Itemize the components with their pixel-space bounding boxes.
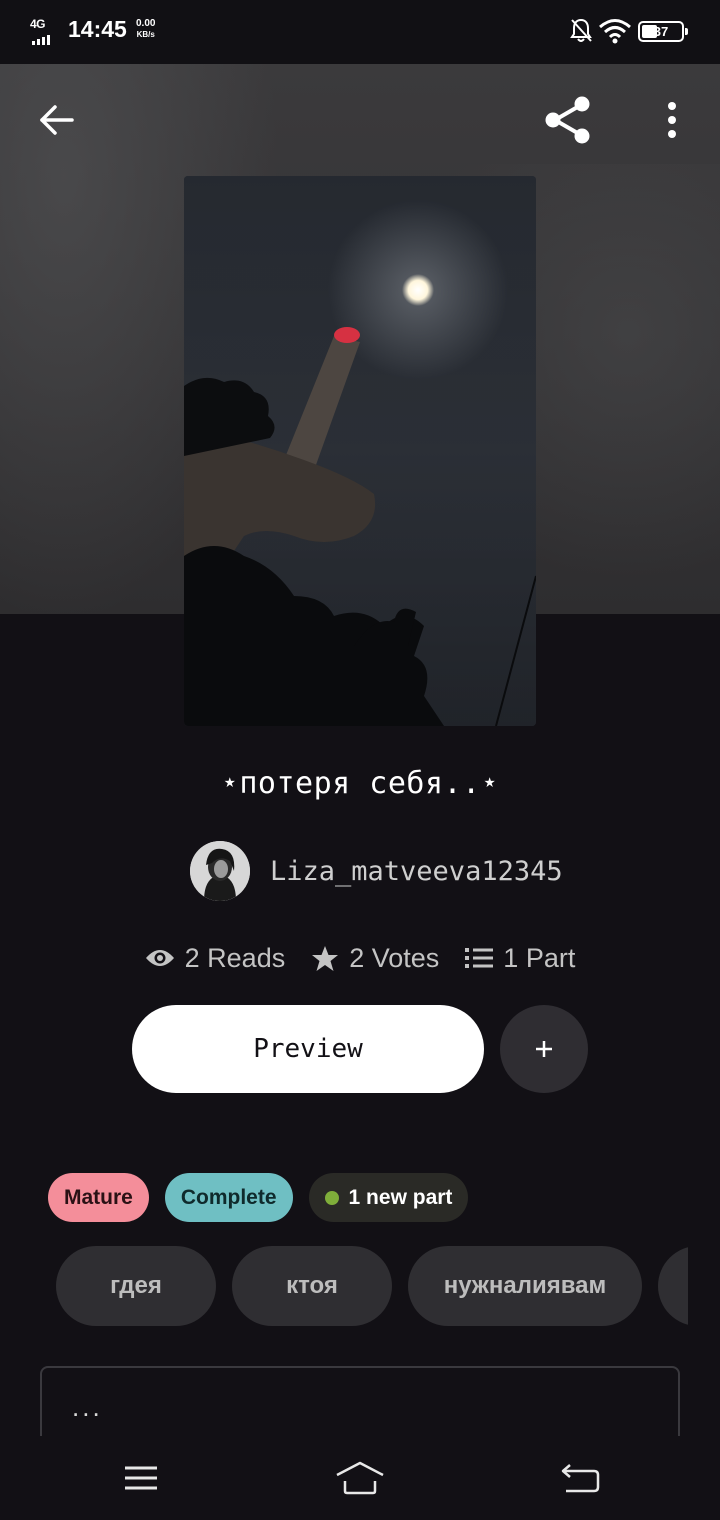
new-indicator-dot	[324, 1190, 339, 1205]
preview-button[interactable]: Preview	[132, 1005, 484, 1093]
notifications-off-icon	[570, 18, 592, 42]
return-icon	[561, 1464, 600, 1493]
votes-stat: 2 Votes	[311, 943, 439, 974]
more-options-button[interactable]	[656, 98, 688, 142]
cellular-signal-icon: 4G	[30, 17, 54, 45]
wifi-icon	[599, 19, 631, 44]
reads-count: 2 Reads	[184, 942, 286, 973]
home-button[interactable]	[335, 1456, 385, 1500]
votes-count: 2 Votes	[349, 942, 440, 973]
list-icon	[465, 948, 494, 968]
share-button[interactable]	[542, 94, 594, 146]
parts-count: 1 Part	[503, 942, 576, 973]
clock: 14:45	[68, 16, 127, 42]
story-stats: 2 Reads 2 Votes 1 Part	[0, 936, 720, 980]
reads-stat: 2 Reads	[145, 942, 286, 974]
battery-level: 37	[653, 24, 669, 39]
back-nav-button[interactable]	[555, 1456, 605, 1500]
status-bar: 4G 14:45 0.00 KB/s 37	[0, 0, 720, 64]
story-badges: Mature Complete 1 new part	[48, 1173, 469, 1222]
story-title: ⋆потеря себя..⋆	[220, 766, 500, 801]
share-icon	[545, 96, 590, 144]
plus-icon	[536, 1041, 552, 1057]
system-navigation-bar	[0, 1436, 720, 1520]
eye-icon	[145, 950, 174, 966]
complete-badge: Complete	[164, 1173, 293, 1222]
avatar[interactable]	[190, 841, 250, 901]
back-button[interactable]	[34, 98, 78, 142]
new-part-label: 1 new part	[348, 1185, 453, 1209]
add-to-library-button[interactable]	[500, 1005, 588, 1093]
network-speed-value: 0.00	[136, 18, 156, 29]
network-speed: 0.00 KB/s	[136, 18, 155, 40]
battery-icon: 37	[638, 21, 688, 42]
arrow-left-icon	[40, 105, 74, 135]
more-vertical-icon	[668, 102, 676, 138]
tag-chip[interactable]: нужналиявам	[408, 1246, 642, 1326]
home-icon	[336, 1461, 384, 1495]
story-cover-image[interactable]	[184, 176, 536, 726]
tag-chip-partial[interactable]	[658, 1246, 688, 1326]
author-name[interactable]: Liza_matveeva12345	[270, 856, 563, 887]
author-link[interactable]: Liza_matveeva12345	[190, 840, 563, 902]
network-speed-unit: KB/s	[136, 30, 155, 39]
mature-badge: Mature	[48, 1173, 149, 1222]
cover-artwork	[184, 176, 536, 726]
parts-stat: 1 Part	[465, 943, 575, 974]
new-part-badge: 1 new part	[308, 1173, 469, 1222]
network-type: 4G	[30, 17, 46, 31]
recents-button[interactable]	[116, 1456, 166, 1500]
tag-chip[interactable]: гдея	[56, 1246, 216, 1326]
menu-icon	[125, 1466, 157, 1490]
description-text: ...	[72, 1392, 103, 1422]
star-icon	[312, 945, 339, 971]
tag-list: гдея ктоя нужналиявам	[56, 1246, 688, 1326]
tag-chip[interactable]: ктоя	[232, 1246, 392, 1326]
